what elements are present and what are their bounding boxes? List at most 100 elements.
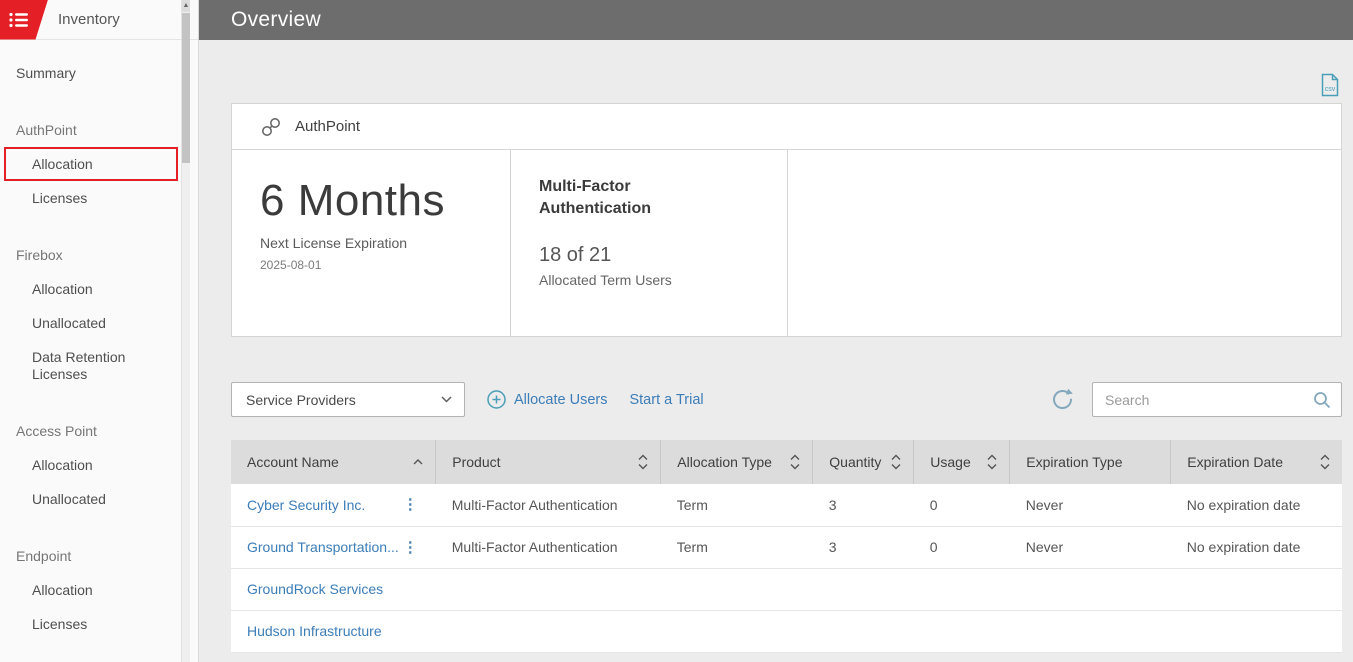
quantity-cell: 3 — [813, 526, 914, 568]
allocation-type-cell — [661, 568, 813, 610]
sidebar-item-firebox-unallocated[interactable]: Unallocated — [0, 306, 198, 340]
sidebar-item-data-retention-licenses[interactable]: Data Retention Licenses — [0, 340, 198, 391]
csv-file-icon: csv — [1320, 73, 1340, 97]
sidebar-section-endpoint: Endpoint — [0, 539, 198, 573]
account-link[interactable]: Ground Transportation... — [247, 539, 399, 555]
column-header-expiration-date[interactable]: Expiration Date — [1171, 440, 1342, 484]
allocated-label: Allocated Term Users — [539, 272, 759, 288]
sidebar-item-access-point-unallocated[interactable]: Unallocated — [0, 482, 198, 516]
quantity-cell — [813, 610, 914, 652]
search-box — [1092, 382, 1342, 417]
sort-both-icon — [987, 455, 997, 470]
sidebar-section-access-point: Access Point — [0, 414, 198, 448]
usage-cell — [914, 610, 1010, 652]
account-link[interactable]: Hudson Infrastructure — [247, 623, 382, 639]
product-cell — [436, 568, 661, 610]
account-link[interactable]: GroundRock Services — [247, 581, 383, 597]
allocate-users-label: Allocate Users — [514, 392, 607, 408]
table-row: GroundRock Services — [231, 568, 1342, 610]
column-header-product[interactable]: Product — [436, 440, 661, 484]
allocated-count: 18 of 21 — [539, 244, 759, 267]
expiration-date-cell — [1171, 568, 1342, 610]
expiration-type-cell — [1010, 568, 1171, 610]
account-link[interactable]: Cyber Security Inc. — [247, 497, 365, 513]
allocation-type-cell: Term — [661, 484, 813, 526]
authpoint-card: AuthPoint 6 Months Next License Expirati… — [231, 103, 1342, 337]
expiration-value: 6 Months — [260, 176, 482, 226]
product-cell — [436, 610, 661, 652]
sidebar-scrollbar[interactable]: ▲ — [181, 0, 190, 662]
mfa-cell: Multi-Factor Authentication 18 of 21 All… — [511, 150, 788, 336]
sidebar-nav: Summary AuthPoint Allocation Licenses Fi… — [0, 40, 198, 641]
search-input[interactable] — [1105, 392, 1313, 408]
accounts-table: Account Name Product — [231, 440, 1342, 653]
quantity-cell: 3 — [813, 484, 914, 526]
sort-both-icon — [638, 455, 648, 470]
expiration-type-cell: Never — [1010, 526, 1171, 568]
export-csv-button[interactable]: csv — [1320, 73, 1340, 102]
license-expiration-cell: 6 Months Next License Expiration 2025-08… — [232, 150, 511, 336]
authpoint-icon — [260, 116, 282, 138]
sidebar-item-authpoint-licenses[interactable]: Licenses — [0, 181, 198, 215]
usage-cell — [914, 568, 1010, 610]
table-row: Cyber Security Inc. ⋮ Multi-Factor Authe… — [231, 484, 1342, 526]
table-row: Hudson Infrastructure — [231, 610, 1342, 652]
authpoint-card-body: 6 Months Next License Expiration 2025-08… — [232, 150, 1341, 336]
sort-both-icon — [790, 455, 800, 470]
kebab-menu-icon[interactable]: ⋮ — [399, 497, 422, 512]
kebab-menu-icon[interactable]: ⋮ — [399, 540, 422, 555]
table-controls: Service Providers Allocate Users Start a… — [231, 382, 1342, 417]
allocate-users-button[interactable]: Allocate Users — [487, 390, 607, 409]
column-header-account-name[interactable]: Account Name — [231, 440, 436, 484]
column-header-usage[interactable]: Usage — [914, 440, 1010, 484]
product-cell: Multi-Factor Authentication — [436, 484, 661, 526]
sidebar-item-summary[interactable]: Summary — [0, 56, 198, 90]
table-row: Ground Transportation... ⋮ Multi-Factor … — [231, 526, 1342, 568]
app-window: Inventory Summary AuthPoint Allocation L… — [0, 0, 1353, 662]
start-trial-label: Start a Trial — [629, 392, 703, 408]
expiration-date-cell: No expiration date — [1171, 484, 1342, 526]
sidebar: Inventory Summary AuthPoint Allocation L… — [0, 0, 199, 662]
main-area: Overview csv AuthPoint — [199, 0, 1353, 662]
expiration-date-cell — [1171, 610, 1342, 652]
chevron-down-icon — [441, 396, 452, 403]
expiration-label: Next License Expiration — [260, 235, 482, 251]
sidebar-header: Inventory — [0, 0, 198, 40]
search-icon[interactable] — [1313, 391, 1331, 409]
allocation-type-cell: Term — [661, 526, 813, 568]
sidebar-item-access-point-allocation[interactable]: Allocation — [0, 448, 198, 482]
content: csv AuthPoint 6 Months Next License — [199, 40, 1353, 662]
sort-both-icon — [1320, 455, 1330, 470]
authpoint-card-header: AuthPoint — [232, 104, 1341, 150]
refresh-button[interactable] — [1051, 388, 1074, 411]
scrollbar-thumb[interactable] — [182, 13, 190, 163]
refresh-icon — [1051, 388, 1074, 411]
sidebar-section-authpoint: AuthPoint — [0, 113, 198, 147]
start-trial-button[interactable]: Start a Trial — [629, 392, 703, 408]
sort-both-icon — [891, 455, 901, 470]
expiration-date-cell: No expiration date — [1171, 526, 1342, 568]
sidebar-item-endpoint-allocation[interactable]: Allocation — [0, 573, 198, 607]
product-cell: Multi-Factor Authentication — [436, 526, 661, 568]
account-type-dropdown[interactable]: Service Providers — [231, 382, 465, 417]
expiration-type-cell — [1010, 610, 1171, 652]
column-header-quantity[interactable]: Quantity — [813, 440, 914, 484]
column-header-expiration-type[interactable]: Expiration Type — [1010, 440, 1171, 484]
allocation-type-cell — [661, 610, 813, 652]
sidebar-item-endpoint-licenses[interactable]: Licenses — [0, 607, 198, 641]
inventory-flag-logo — [0, 0, 48, 40]
column-header-allocation-type[interactable]: Allocation Type — [661, 440, 813, 484]
usage-cell: 0 — [914, 484, 1010, 526]
expiration-type-cell: Never — [1010, 484, 1171, 526]
page-title: Overview — [231, 8, 321, 32]
sidebar-item-firebox-allocation[interactable]: Allocation — [0, 272, 198, 306]
page-header: Overview — [199, 0, 1353, 40]
expiration-date: 2025-08-01 — [260, 258, 482, 272]
sidebar-item-authpoint-allocation[interactable]: Allocation — [4, 147, 178, 181]
mfa-product-title: Multi-Factor Authentication — [539, 176, 699, 220]
usage-cell: 0 — [914, 526, 1010, 568]
scrollbar-up-arrow-icon[interactable]: ▲ — [182, 0, 190, 12]
empty-card-cell — [788, 150, 1341, 336]
sort-asc-icon — [413, 459, 423, 465]
svg-text:csv: csv — [1325, 86, 1336, 93]
